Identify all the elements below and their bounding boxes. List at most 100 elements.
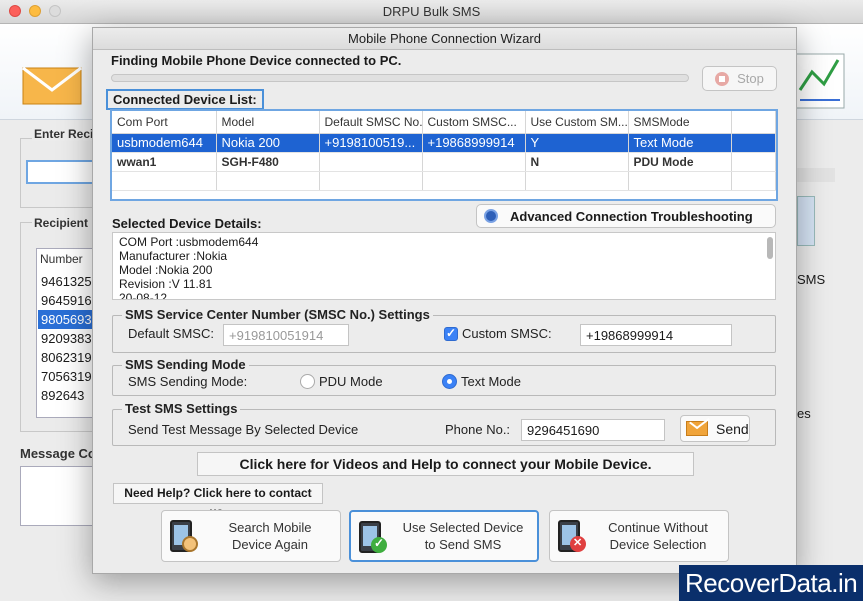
use-selected-line1: Use Selected Device (402, 520, 524, 535)
table-header-row: Com Port Model Default SMSC No. Custom S… (112, 111, 776, 134)
advanced-troubleshooting-button[interactable]: Advanced Connection Troubleshooting (476, 204, 776, 228)
continue-without-device-button[interactable]: Continue Without Device Selection (549, 510, 729, 562)
table-cell (731, 171, 776, 191)
detail-line: Revision :V 11.81 (119, 277, 213, 291)
send-label: Send (716, 420, 749, 437)
connected-device-list-title: Connected Device List: (106, 89, 264, 110)
custom-smsc-checkbox[interactable] (444, 326, 458, 341)
table-cell (319, 152, 423, 172)
search-device-again-button[interactable]: Search Mobile Device Again (161, 510, 341, 562)
app-title: DRPU Bulk SMS (382, 4, 481, 19)
smsc-settings-legend: SMS Service Center Number (SMSC No.) Set… (122, 307, 433, 322)
advanced-troubleshooting-label: Advanced Connection Troubleshooting (510, 208, 753, 224)
search-again-line2: Device Again (232, 537, 308, 552)
table-cell (216, 171, 320, 191)
sending-mode-label: SMS Sending Mode: (128, 374, 248, 389)
table-row[interactable]: wwan1 SGH-F480 N PDU Mode (112, 152, 776, 172)
number-row[interactable]: 9461325 (38, 272, 98, 291)
device-table[interactable]: Com Port Model Default SMSC No. Custom S… (110, 109, 778, 201)
chart-logo-icon (795, 53, 845, 109)
test-sms-group: Test SMS Settings Send Test Message By S… (112, 401, 776, 446)
phone-number-field[interactable]: 9296451690 (521, 419, 665, 441)
test-sms-legend: Test SMS Settings (122, 401, 241, 416)
number-column-header: Number (40, 252, 83, 266)
main-titlebar: DRPU Bulk SMS (0, 0, 863, 24)
right-panel-button[interactable] (797, 196, 815, 246)
table-cell (628, 171, 732, 191)
custom-smsc-label: Custom SMSC: (462, 326, 552, 341)
number-row[interactable]: 9209383 (38, 329, 98, 348)
number-row[interactable]: 9645916 (38, 291, 98, 310)
dialog-title: Mobile Phone Connection Wizard (93, 28, 796, 50)
search-again-line1: Search Mobile (228, 520, 312, 535)
smsc-settings-group: SMS Service Center Number (SMSC No.) Set… (112, 307, 776, 353)
table-cell: Y (525, 133, 629, 153)
column-header (731, 111, 776, 134)
column-header[interactable]: SMSMode (628, 111, 732, 134)
sending-mode-legend: SMS Sending Mode (122, 357, 249, 372)
send-test-button[interactable]: Send (680, 415, 750, 442)
column-header[interactable]: Default SMSC No. (319, 111, 423, 134)
right-panel-strip (797, 168, 835, 182)
detail-line: COM Port :usbmodem644 (119, 235, 259, 249)
text-mode-label: Text Mode (461, 374, 521, 389)
continue-without-line2: Device Selection (609, 537, 707, 552)
stop-button[interactable]: Stop (702, 66, 777, 91)
use-selected-label: Use Selected Device to Send SMS (393, 519, 533, 553)
checkmark-icon (371, 536, 387, 553)
number-row[interactable]: 892643 (38, 386, 98, 405)
table-cell (319, 171, 423, 191)
phone-number-label: Phone No.: (445, 422, 511, 437)
column-header[interactable]: Model (216, 111, 320, 134)
column-header[interactable]: Use Custom SM... (525, 111, 629, 134)
search-progress-bar (111, 74, 689, 82)
message-textarea[interactable] (20, 466, 100, 526)
table-cell: Nokia 200 (216, 133, 320, 153)
message-content-label: Message Co (20, 446, 96, 461)
table-cell (112, 171, 217, 191)
column-header[interactable]: Com Port (112, 111, 217, 134)
number-row[interactable]: 9805693 (38, 310, 98, 329)
text-mode-radio[interactable] (442, 374, 457, 389)
test-message-label: Send Test Message By Selected Device (128, 422, 359, 437)
contact-help-link[interactable]: Need Help? Click here to contact us. (113, 483, 323, 519)
stop-icon (715, 71, 730, 86)
table-cell (525, 171, 629, 191)
use-selected-line2: to Send SMS (424, 537, 502, 552)
number-row[interactable]: 7056319 (38, 367, 98, 386)
detail-line: 20-08-12 (119, 291, 168, 300)
table-cell: SGH-F480 (216, 152, 320, 172)
table-cell (731, 133, 776, 153)
table-cell (731, 152, 776, 172)
custom-smsc-field[interactable]: +19868999914 (580, 324, 732, 346)
search-status-text: Finding Mobile Phone Device connected to… (111, 53, 402, 68)
magnifier-icon (182, 536, 198, 552)
pdu-mode-radio[interactable] (300, 374, 315, 389)
sending-mode-group: SMS Sending Mode SMS Sending Mode: PDU M… (112, 357, 776, 396)
table-cell (422, 152, 526, 172)
table-cell: Text Mode (628, 133, 732, 153)
table-cell: +19868999914 (422, 133, 526, 153)
gear-icon (484, 209, 498, 223)
right-sms-text: SMS (797, 272, 826, 287)
mail-icon (686, 421, 708, 436)
video-help-button[interactable]: Click here for Videos and Help to connec… (197, 452, 694, 476)
table-cell: usbmodem644 (112, 133, 217, 153)
detail-line: Model :Nokia 200 (119, 263, 213, 277)
pdu-mode-label: PDU Mode (319, 374, 383, 389)
watermark-text: RecoverData.in (679, 565, 863, 601)
recipient-input[interactable] (26, 160, 96, 184)
default-smsc-field[interactable]: +919810051914 (223, 324, 349, 346)
right-es-text: es (797, 406, 811, 421)
use-selected-device-button[interactable]: Use Selected Device to Send SMS (349, 510, 539, 562)
number-row[interactable]: 8062319 (38, 348, 98, 367)
details-scrollbar[interactable] (767, 237, 773, 259)
table-cell: N (525, 152, 629, 172)
device-details-box[interactable]: COM Port :usbmodem644 Manufacturer :Noki… (112, 232, 776, 300)
detail-line: Manufacturer :Nokia (119, 249, 228, 263)
table-row[interactable] (112, 171, 776, 191)
table-row[interactable]: usbmodem644 Nokia 200 +9198100519... +19… (112, 133, 776, 153)
default-smsc-label: Default SMSC: (128, 326, 214, 341)
table-cell (422, 171, 526, 191)
column-header[interactable]: Custom SMSC... (422, 111, 526, 134)
